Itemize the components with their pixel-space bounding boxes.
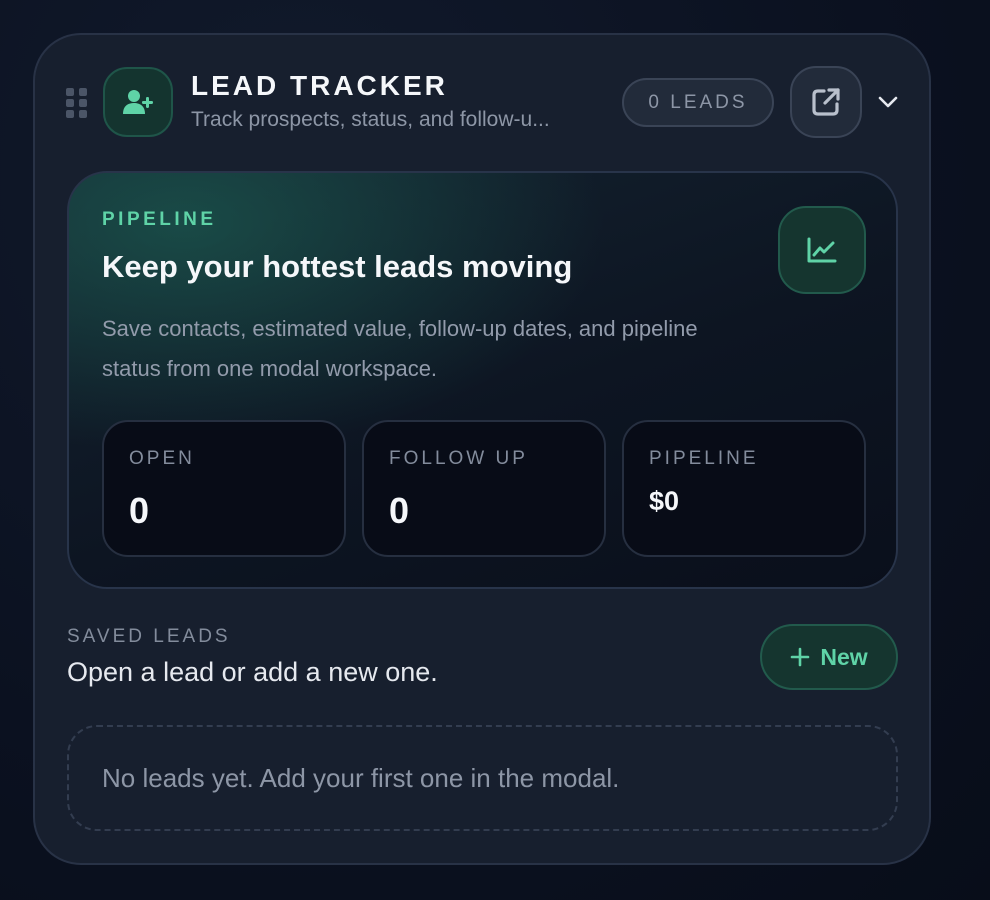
plus-icon [791,647,810,667]
chevron-down-icon [878,96,898,108]
collapse-button[interactable] [874,88,902,116]
hero-heading: Keep your hottest leads moving [102,249,573,284]
stat-value: 0 [389,490,410,531]
saved-leads-label: SAVED LEADS [67,626,231,647]
stat-pipeline: PIPELINE $0 [622,420,866,557]
page-background: LEAD TRACKER Track prospects, status, an… [0,0,990,900]
empty-state-message: No leads yet. Add your first one in the … [102,762,620,793]
empty-state: No leads yet. Add your first one in the … [67,725,898,831]
new-lead-button[interactable]: New [760,624,898,690]
stat-value: 0 [129,490,150,531]
stat-open: OPEN 0 [102,420,346,557]
stat-label: PIPELINE [649,448,759,469]
widget-subtitle: Track prospects, status, and follow-u... [191,108,550,131]
new-lead-button-label: New [820,643,868,670]
drag-handle-icon[interactable] [66,88,88,118]
chart-button[interactable] [778,206,866,294]
open-external-button[interactable] [790,66,862,138]
lead-count-badge: 0 LEADS [622,78,774,127]
saved-leads-description: Open a lead or add a new one. [67,657,438,687]
trend-chart-icon [807,237,837,263]
external-link-icon [812,88,840,116]
hero-description: Save contacts, estimated value, follow-u… [102,316,698,381]
stat-label: OPEN [129,448,195,469]
pipeline-hero-card: PIPELINE Keep your hottest leads moving … [67,171,898,589]
user-plus-icon [103,67,173,137]
stat-value: $0 [649,486,680,516]
stat-follow-up: FOLLOW UP 0 [362,420,606,557]
hero-eyebrow: PIPELINE [102,209,217,230]
stat-label: FOLLOW UP [389,448,528,469]
widget-title: LEAD TRACKER [191,70,448,101]
